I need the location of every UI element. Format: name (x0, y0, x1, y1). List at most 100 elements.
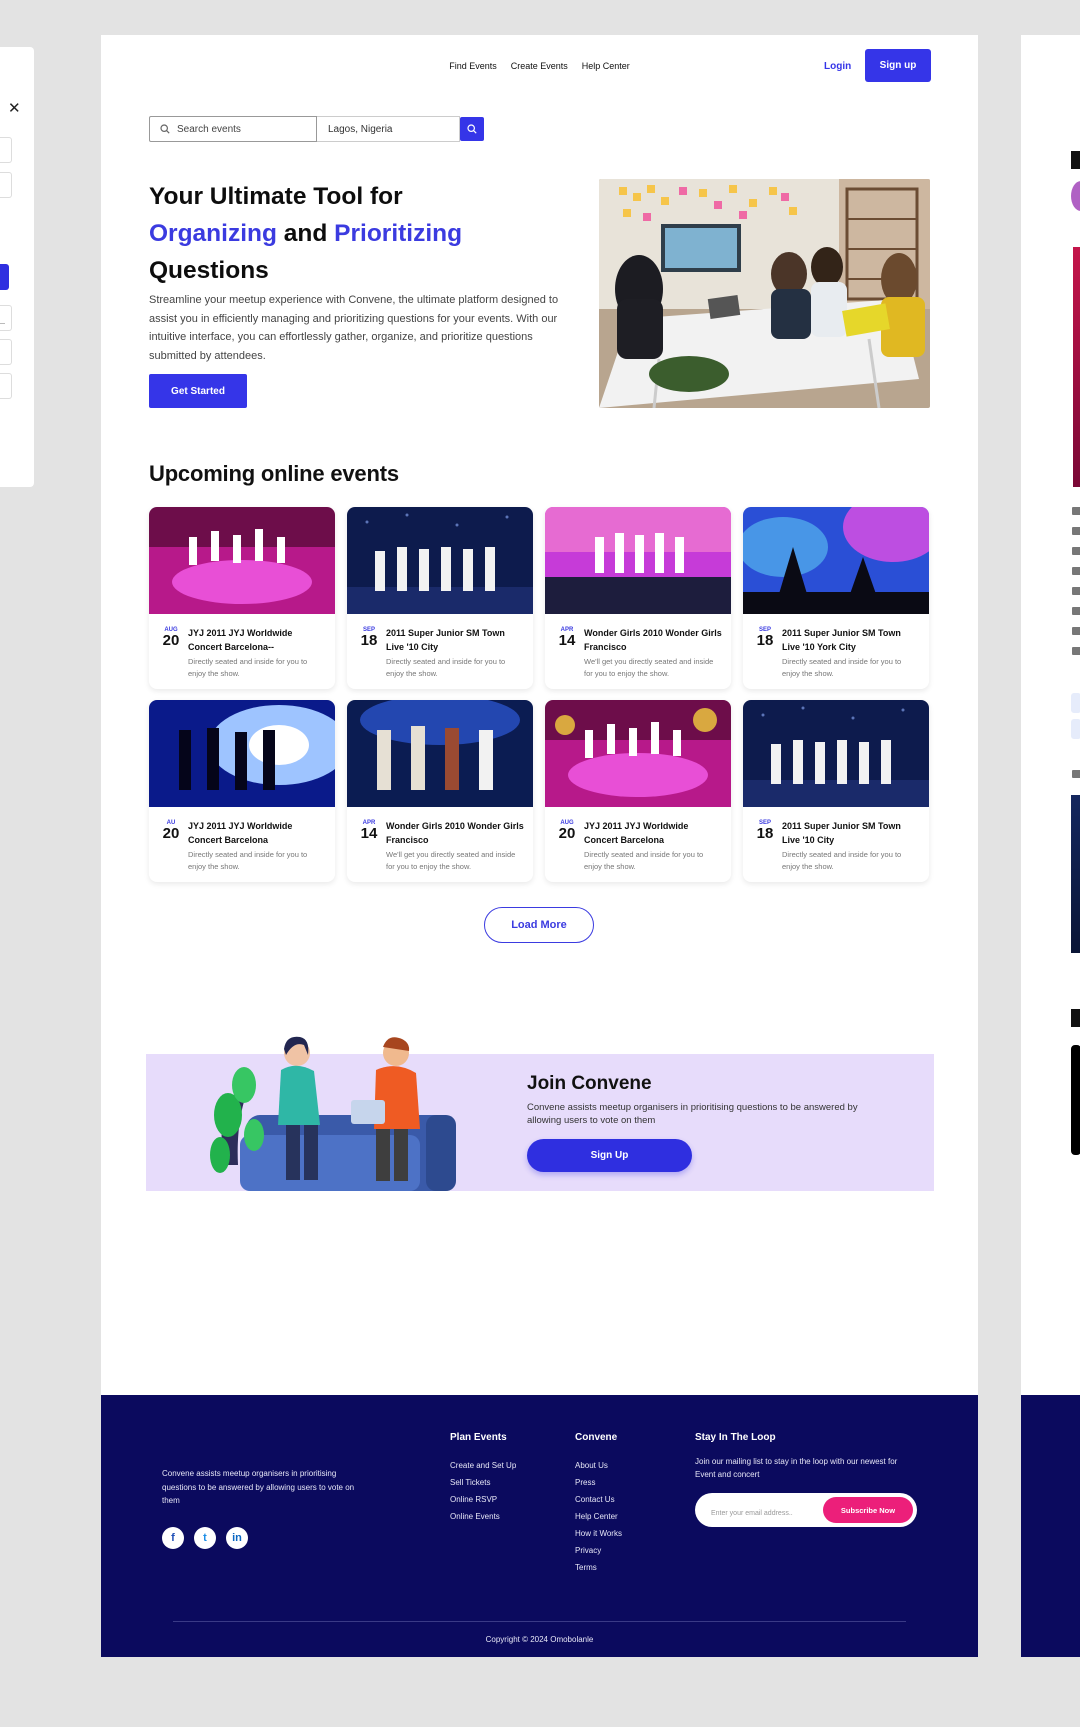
subscribe-button[interactable]: Subscribe Now (823, 1497, 913, 1523)
event-description: Directly seated and inside for you to en… (188, 657, 308, 678)
panel-field[interactable] (0, 305, 12, 331)
event-title: 2011 Super Junior SM Town Live '10 City (782, 821, 901, 845)
facebook-icon[interactable]: f (162, 1527, 184, 1549)
panel-footer (1021, 1395, 1080, 1657)
footer-link[interactable]: Press (575, 1474, 622, 1491)
event-description: Directly seated and inside for you to en… (782, 657, 902, 678)
join-signup-button[interactable]: Sign Up (527, 1139, 692, 1172)
panel-button[interactable] (0, 264, 9, 290)
newsletter-description: Join our mailing list to stay in the loo… (695, 1457, 898, 1479)
get-started-button[interactable]: Get Started (149, 374, 247, 408)
panel-field[interactable] (0, 339, 12, 365)
panel-text (1072, 507, 1080, 515)
footer-divider (173, 1621, 906, 1622)
search-input[interactable]: Search events (149, 116, 317, 142)
event-day: 18 (756, 825, 774, 842)
main-page: Find Events Create Events Help Center Lo… (101, 35, 978, 1657)
footer-link[interactable]: Contact Us (575, 1491, 622, 1508)
left-side-panel: ✕ (0, 47, 34, 487)
right-side-panel (1021, 35, 1080, 1657)
footer-link[interactable]: Create and Set Up (450, 1457, 516, 1474)
event-date: SEP 18 (358, 627, 380, 649)
linkedin-icon[interactable]: in (226, 1527, 248, 1549)
panel-field[interactable] (0, 373, 12, 399)
close-icon[interactable]: ✕ (8, 101, 21, 116)
panel-heading (1071, 151, 1080, 169)
panel-tag[interactable] (1071, 693, 1080, 713)
nav-find-events[interactable]: Find Events (449, 61, 497, 71)
search-placeholder: Search events (177, 123, 241, 135)
event-image (347, 507, 533, 614)
copyright: Copyright © 2024 Omobolanle (485, 1635, 594, 1644)
event-title: JYJ 2011 JYJ Worldwide Concert Barcelona… (188, 628, 293, 652)
panel-text (1072, 607, 1080, 615)
event-title: Wonder Girls 2010 Wonder Girls Francisco (584, 628, 722, 652)
event-description: Directly seated and inside for you to en… (584, 850, 704, 871)
event-card[interactable]: SEP 18 2011 Super Junior SM Town Live '10… (743, 700, 929, 882)
hero-highlight: Organizing (149, 220, 277, 247)
event-description: Directly seated and inside for you to en… (188, 850, 308, 871)
event-day: 20 (162, 632, 180, 649)
newsletter-form: Enter your email address.. Subscribe Now (695, 1493, 917, 1527)
hero-description: Streamline your meetup experience with C… (149, 294, 559, 362)
event-date: AU 20 (160, 820, 182, 842)
twitter-icon[interactable]: t (194, 1527, 216, 1549)
event-card[interactable]: APR 14 Wonder Girls 2010 Wonder Girls Fra… (347, 700, 533, 882)
search-button[interactable] (460, 117, 484, 141)
login-link[interactable]: Login (824, 61, 851, 72)
event-card[interactable]: APR 14 Wonder Girls 2010 Wonder Girls Fra… (545, 507, 731, 689)
hero-title-line: Your Ultimate Tool for (149, 183, 403, 210)
panel-field[interactable] (0, 172, 12, 198)
event-image (743, 700, 929, 807)
location-input[interactable]: Lagos, Nigeria (317, 116, 460, 142)
event-description: Directly seated and inside for you to en… (782, 850, 902, 871)
panel-tag[interactable] (1071, 719, 1080, 739)
event-title: Wonder Girls 2010 Wonder Girls Francisco (386, 821, 524, 845)
event-card[interactable]: AUG 20 JYJ 2011 JYJ Worldwide Concert Bar… (149, 507, 335, 689)
panel-text (1072, 627, 1080, 635)
footer-link[interactable]: How it Works (575, 1525, 622, 1542)
footer-link[interactable]: Sell Tickets (450, 1474, 516, 1491)
panel-field[interactable] (0, 137, 12, 163)
event-day: 14 (360, 825, 378, 842)
footer-link[interactable]: About Us (575, 1457, 622, 1474)
nav-create-events[interactable]: Create Events (511, 61, 568, 71)
event-day: 14 (558, 632, 576, 649)
event-date: AUG 20 (160, 627, 182, 649)
panel-text (1072, 527, 1080, 535)
join-title: Join Convene (527, 1073, 652, 1094)
signup-button[interactable]: Sign up (865, 49, 931, 82)
nav-help-center[interactable]: Help Center (582, 61, 630, 71)
event-date: APR 14 (556, 627, 578, 649)
event-card[interactable]: AU 20 JYJ 2011 JYJ Worldwide Concert Barc… (149, 700, 335, 882)
panel-text (1072, 567, 1080, 575)
event-card[interactable]: SEP 18 2011 Super Junior SM Town Live '10… (743, 507, 929, 689)
event-card[interactable]: AUG 20 JYJ 2011 JYJ Worldwide Concert Bar… (545, 700, 731, 882)
panel-text (1072, 647, 1080, 655)
load-more-button[interactable]: Load More (484, 907, 594, 943)
footer-link[interactable]: Online Events (450, 1508, 516, 1525)
panel-image (1071, 795, 1080, 953)
panel-heading (1071, 1009, 1080, 1027)
panel-text (1072, 547, 1080, 555)
event-image (545, 507, 731, 614)
event-card[interactable]: SEP 18 2011 Super Junior SM Town Live '10… (347, 507, 533, 689)
footer-description: Convene assists meetup organisers in pri… (162, 1469, 355, 1505)
avatar (1071, 181, 1080, 211)
event-day: 20 (558, 825, 576, 842)
event-date: AUG 20 (556, 820, 578, 842)
footer-link[interactable]: Terms (575, 1559, 622, 1576)
email-input[interactable]: Enter your email address.. (711, 1505, 793, 1522)
hero-image (599, 179, 930, 408)
footer-link[interactable]: Help Center (575, 1508, 622, 1525)
footer-link[interactable]: Privacy (575, 1542, 622, 1559)
event-image (545, 700, 731, 807)
social-links: f t in (162, 1527, 248, 1549)
footer-col-title: Convene (575, 1432, 618, 1443)
footer-newsletter: Stay In The Loop Join our mailing list t… (695, 1432, 917, 1527)
event-title: JYJ 2011 JYJ Worldwide Concert Barcelona (584, 821, 689, 845)
hero-title-and: and (283, 220, 328, 247)
footer-link[interactable]: Online RSVP (450, 1491, 516, 1508)
footer-convene: Convene About Us Press Contact Us Help C… (575, 1432, 622, 1576)
event-description: We'll get you directly seated and inside… (386, 850, 516, 871)
